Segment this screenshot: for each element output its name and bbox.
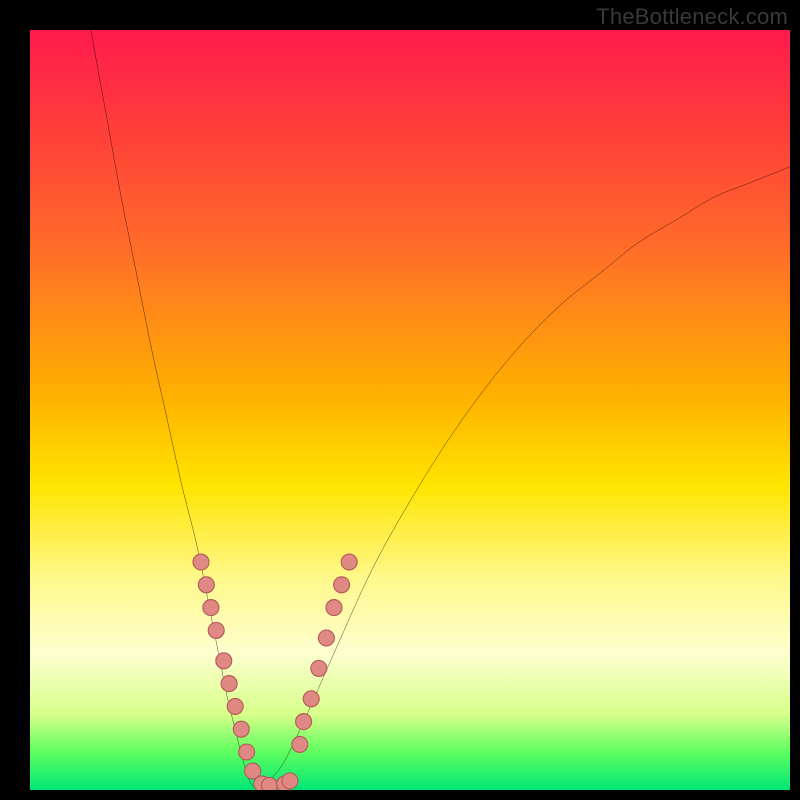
data-dot: [227, 698, 243, 714]
curve-right-branch: [258, 167, 790, 790]
data-dot: [341, 554, 357, 570]
chart-stage: TheBottleneck.com: [0, 0, 800, 800]
data-dot: [203, 600, 219, 616]
data-dot: [292, 736, 308, 752]
data-dot: [208, 622, 224, 638]
data-dot: [239, 744, 255, 760]
data-dot: [296, 714, 312, 730]
plot-area: [30, 30, 790, 790]
data-dot: [261, 777, 277, 790]
data-dot: [318, 630, 334, 646]
data-dot: [216, 653, 232, 669]
chart-svg: [30, 30, 790, 790]
data-dot: [303, 691, 319, 707]
watermark-text: TheBottleneck.com: [596, 4, 788, 30]
data-dot: [334, 577, 350, 593]
data-dot: [282, 773, 298, 789]
data-dot: [198, 577, 214, 593]
data-dot: [221, 676, 237, 692]
data-dot: [311, 660, 327, 676]
series-lines: [91, 30, 790, 790]
series-dots: [193, 554, 357, 790]
data-dot: [193, 554, 209, 570]
data-dot: [326, 600, 342, 616]
data-dot: [233, 721, 249, 737]
